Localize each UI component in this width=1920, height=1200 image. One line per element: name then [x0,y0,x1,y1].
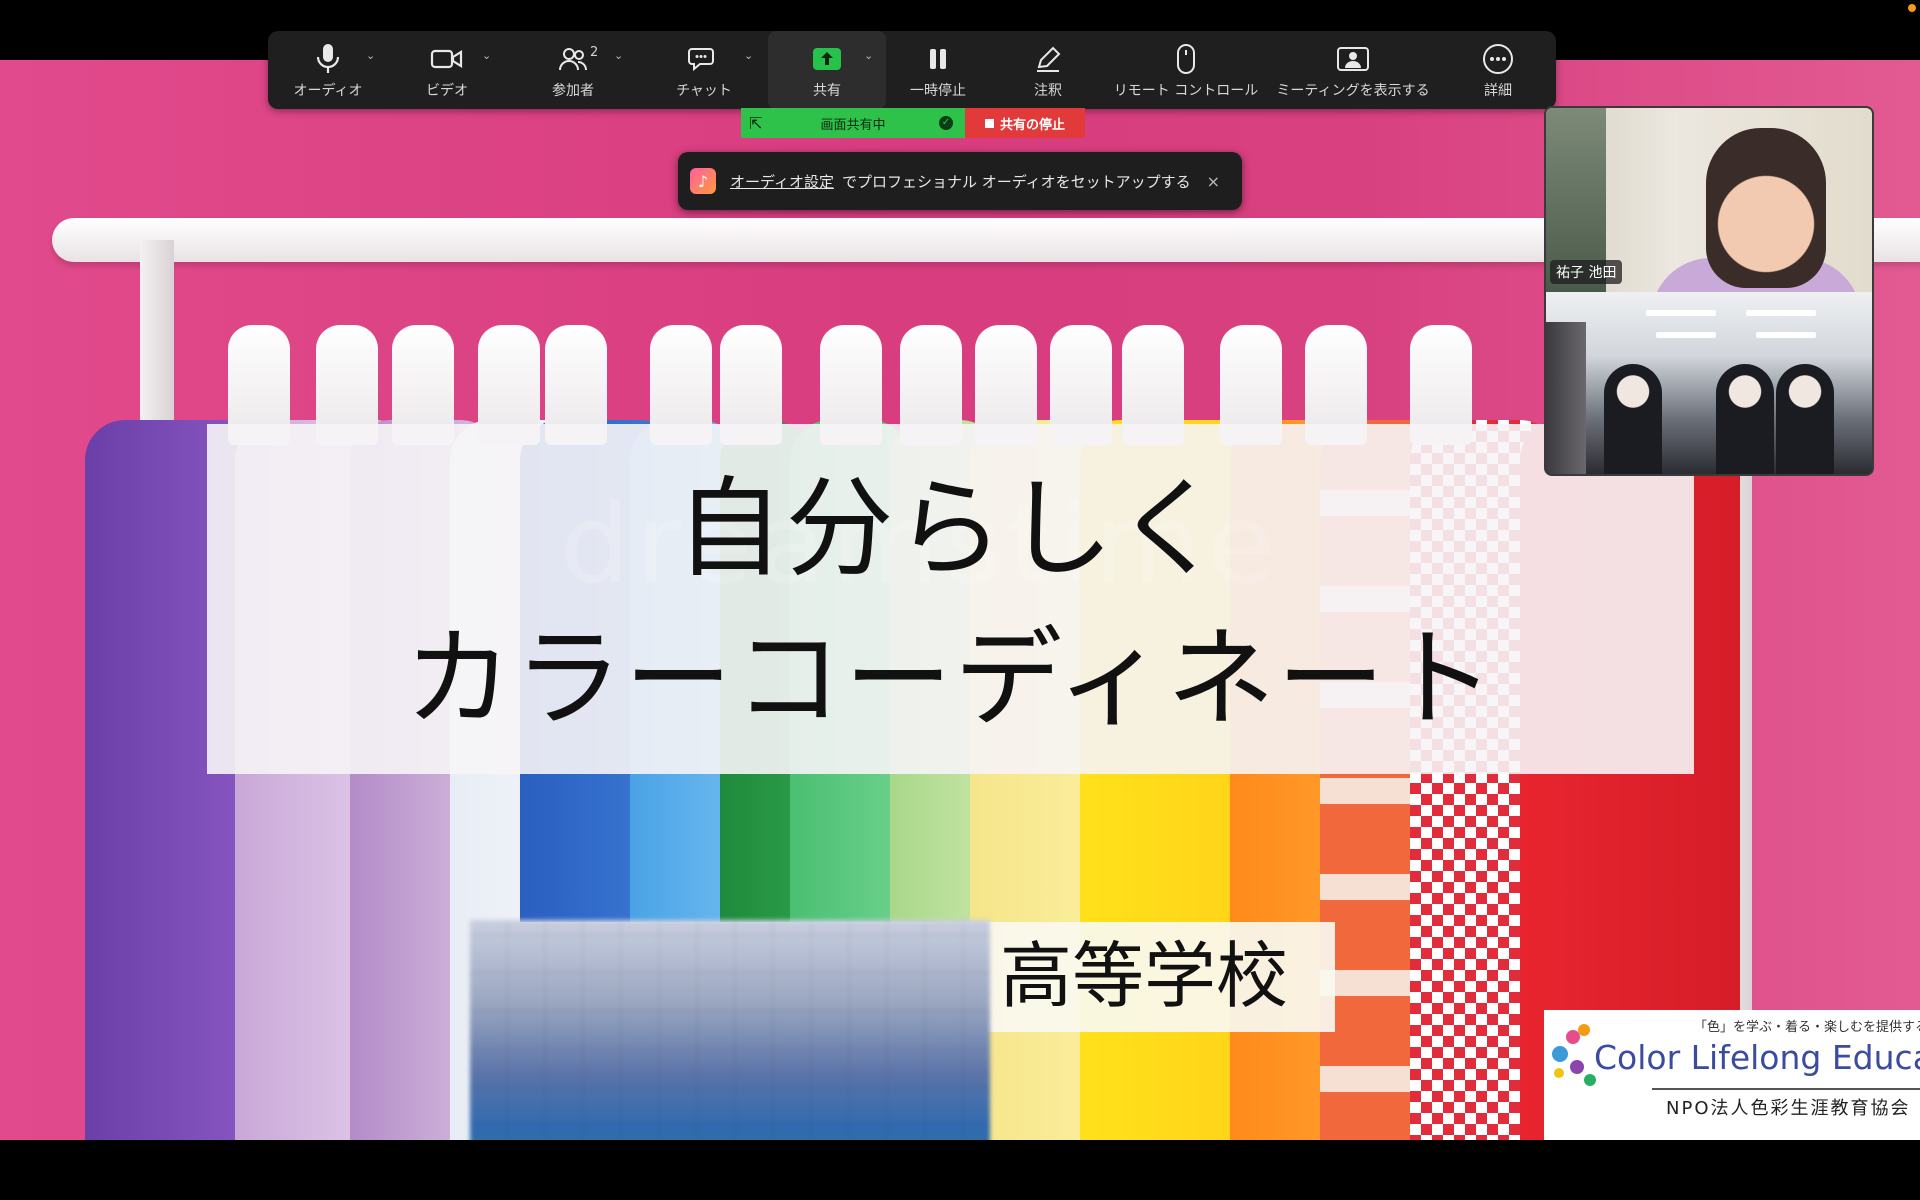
chevron-down-icon[interactable]: ⌄ [864,49,873,62]
remote-control-button[interactable]: リモート コントロール [1106,31,1266,109]
annotate-button[interactable]: 注釈 [990,31,1106,109]
annotate-label: 注釈 [1034,83,1062,99]
screen-sharing-indicator[interactable]: ⇱ 画面共有中 ✓ [741,108,965,138]
logo-tagline: 「色」を学ぶ・着る・楽しむを提供する団体 [1694,1020,1920,1035]
chevron-down-icon[interactable]: ⌄ [366,49,375,62]
drag-handle-icon[interactable]: ⇱ [749,114,762,133]
more-button[interactable]: 詳細 [1440,31,1556,109]
video-button[interactable]: ビデオ ⌄ [388,31,506,109]
participant-name-tag: 祐子 池田 [1550,260,1623,284]
chat-button[interactable]: チャット ⌄ [640,31,768,109]
audio-settings-link[interactable]: オーディオ設定 [730,171,834,192]
audio-button[interactable]: オーディオ ⌄ [268,31,388,109]
share-screen-icon [811,40,843,78]
chat-icon [688,40,720,78]
slide-title: 自分らしく カラーコーディネート [207,455,1694,755]
stop-share-label: 共有の停止 [999,117,1065,133]
participant-face [1706,128,1826,288]
video-panel[interactable]: 祐子 池田 [1544,106,1874,476]
chevron-down-icon[interactable]: ⌄ [482,49,491,62]
slide-title-line2: カラーコーディネート [404,617,1497,742]
logo-brand: Color Lifelong Education [1594,1038,1920,1077]
music-note-icon: ♪ [690,168,716,194]
audio-label: オーディオ [293,83,363,99]
participant-video-1: 祐子 池田 [1546,108,1872,318]
participants-label: 参加者 [552,83,594,99]
pause-label: 一時停止 [910,83,966,99]
chat-label: チャット [676,83,732,99]
slide-title-line1: 自分らしく [675,467,1226,592]
window-indicator-dot [1908,4,1916,12]
more-label: 詳細 [1484,83,1512,99]
video-camera-icon [430,40,464,78]
meeting-toolbar: オーディオ ⌄ ビデオ ⌄ 2 参加者 ⌄ チャット ⌄ 共有 ⌄ 一時停止 注… [268,31,1556,109]
stop-share-button[interactable]: 共有の停止 [965,108,1085,138]
meeting-window-icon [1336,40,1370,78]
more-options-icon [1481,40,1515,78]
show-meeting-button[interactable]: ミーティングを表示する [1266,31,1440,109]
logo-npo-name: NPO法人色彩生涯教育協会 [1666,1098,1911,1119]
school-name: 高等学校 [1000,934,1289,1018]
participants-icon [558,40,588,78]
pause-icon [927,40,949,78]
video-label: ビデオ [426,83,468,99]
share-label: 共有 [813,83,841,99]
audio-setup-notification: ♪ オーディオ設定 でプロフェショナル オーディオをセットアップする × [678,152,1242,210]
share-button[interactable]: 共有 ⌄ [768,31,886,109]
stop-square-icon [984,118,994,128]
remote-control-label: リモート コントロール [1113,83,1259,99]
mouse-icon [1175,40,1197,78]
organization-logo: 「色」を学ぶ・着る・楽しむを提供する団体 Color Lifelong Educ… [1544,1010,1920,1140]
close-icon[interactable]: × [1207,172,1220,191]
show-meeting-label: ミーティングを表示する [1276,83,1430,99]
participants-button[interactable]: 2 参加者 ⌄ [506,31,640,109]
pause-share-button[interactable]: 一時停止 [886,31,990,109]
chevron-down-icon[interactable]: ⌄ [614,49,623,62]
shield-check-icon: ✓ [939,116,953,130]
pencil-icon [1033,40,1063,78]
participant-video-2 [1546,292,1872,474]
notification-text: でプロフェショナル オーディオをセットアップする [841,172,1191,191]
sharing-label: 画面共有中 [820,117,886,133]
pixelated-redaction [470,920,990,1140]
chevron-down-icon[interactable]: ⌄ [744,49,753,62]
microphone-icon [315,40,341,78]
participants-count: 2 [590,45,599,60]
share-status-bar: ⇱ 画面共有中 ✓ 共有の停止 [741,108,1085,138]
